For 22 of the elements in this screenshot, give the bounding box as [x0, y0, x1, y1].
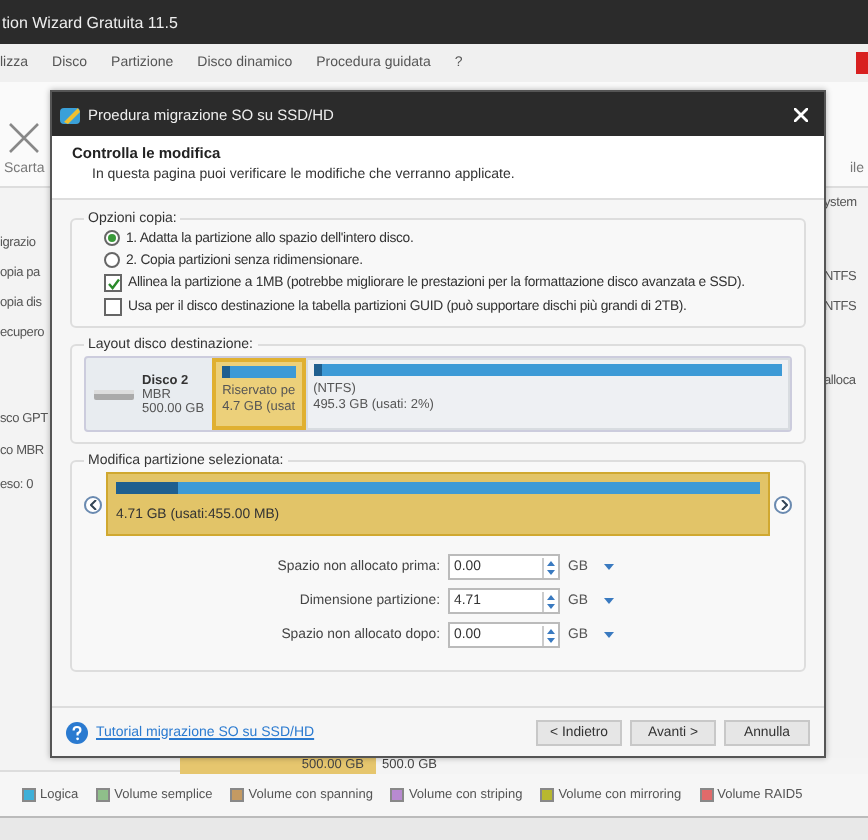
caret-icon[interactable]	[604, 631, 614, 639]
app-title: tion Wizard Gratuita 11.5	[2, 13, 178, 31]
spin-arrows-icon[interactable]	[542, 591, 558, 611]
next-button[interactable]	[774, 495, 792, 513]
close-icon[interactable]	[794, 107, 808, 121]
chevron-left-icon	[89, 499, 97, 509]
spin-arrows-icon[interactable]	[542, 625, 558, 645]
previous-button[interactable]	[84, 495, 102, 513]
checkbox[interactable]	[104, 298, 122, 316]
radio-button[interactable]	[104, 230, 120, 246]
caret-icon[interactable]	[604, 563, 614, 571]
chevron-right-icon	[779, 499, 787, 509]
usage-bar	[222, 366, 296, 378]
hard-drive-icon	[94, 387, 134, 401]
logo-icon	[856, 52, 868, 74]
discard-icon[interactable]	[8, 122, 41, 154]
spin-arrows-icon[interactable]	[542, 557, 558, 577]
help-icon[interactable]	[66, 721, 88, 743]
radio-button[interactable]	[104, 252, 120, 268]
wizard-icon	[60, 103, 82, 125]
checkbox[interactable]	[104, 274, 122, 292]
caret-icon[interactable]	[604, 597, 614, 605]
